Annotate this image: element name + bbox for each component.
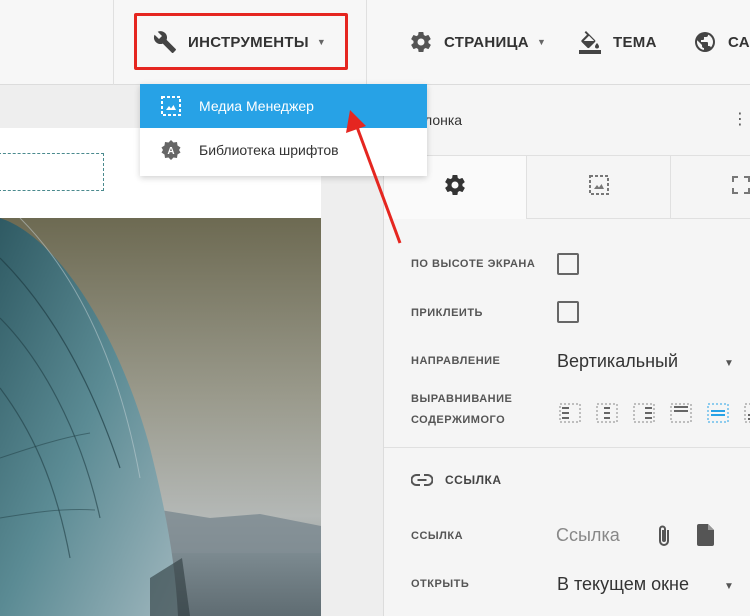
menu-item-label: Библиотека шрифтов	[199, 142, 339, 158]
chevron-down-icon: ▼	[724, 358, 734, 369]
open-target-value: В текущем окне	[557, 574, 689, 594]
font-badge-icon: A	[160, 139, 182, 161]
page-menu-button[interactable]: СТРАНИЦА ▼	[408, 25, 546, 59]
page-menu-label: СТРАНИЦА	[444, 33, 529, 51]
tab-spacing[interactable]	[671, 156, 750, 219]
content-align-label-2: СОДЕРЖИМОГО	[411, 414, 506, 426]
sticky-checkbox[interactable]	[557, 301, 579, 323]
full-height-checkbox[interactable]	[557, 253, 579, 275]
tab-background[interactable]	[527, 156, 670, 219]
chevron-down-icon: ▼	[536, 37, 547, 47]
selected-block-outline[interactable]	[0, 153, 104, 191]
panel-title: лонка	[424, 112, 463, 128]
link-label: ССЫЛКА	[411, 530, 464, 542]
top-toolbar: ИНСТРУМЕНТЫ ▼ СТРАНИЦА ▼ ТЕМА СА	[0, 0, 750, 85]
paperclip-icon[interactable]	[655, 524, 673, 548]
menu-item-media-manager[interactable]: Медиа Менеджер	[140, 84, 427, 128]
open-target-select[interactable]: В текущем окне	[557, 574, 689, 595]
align-top-icon[interactable]	[668, 401, 693, 425]
link-section-label: ССЫЛКА	[445, 473, 502, 487]
direction-label: НАПРАВЛЕНИЕ	[411, 355, 501, 367]
properties-panel: лонка ⋮ ПО ВЫСОТЕ ЭКРАНА ПРИКЛЕИТЬ НАПРА…	[383, 85, 750, 616]
align-top-left-icon[interactable]	[557, 401, 582, 425]
svg-text:A: A	[167, 146, 174, 157]
align-center-icon[interactable]	[594, 401, 619, 425]
gear-icon	[443, 173, 467, 202]
file-icon[interactable]	[697, 524, 715, 546]
panel-tabs	[384, 155, 750, 219]
direction-select[interactable]: Вертикальный	[557, 351, 678, 372]
image-frame-icon	[588, 174, 610, 201]
link-icon	[411, 474, 433, 486]
paint-bucket-icon	[577, 29, 603, 55]
theme-menu-button[interactable]: ТЕМА	[577, 25, 657, 59]
link-section-title: ССЫЛКА	[411, 473, 502, 487]
align-bottom-icon[interactable]	[742, 401, 750, 425]
toolbar-divider	[366, 0, 367, 85]
gear-icon	[408, 29, 434, 55]
content-align-label: ВЫРАВНИВАНИЕ	[411, 393, 513, 405]
tools-dropdown-menu: Медиа Менеджер A Библиотека шрифтов	[140, 84, 427, 176]
align-right-icon[interactable]	[631, 401, 656, 425]
chevron-down-icon: ▼	[724, 581, 734, 592]
sailboat-photo	[0, 218, 321, 616]
link-input[interactable]: Ссылка	[556, 525, 620, 546]
site-menu-button[interactable]: СА	[692, 25, 750, 59]
site-menu-label: СА	[728, 33, 750, 51]
open-label: ОТКРЫТЬ	[411, 578, 470, 590]
theme-menu-label: ТЕМА	[613, 33, 657, 51]
image-frame-icon	[160, 95, 182, 117]
section-divider	[384, 447, 750, 448]
content-align-group	[557, 401, 750, 425]
menu-item-font-library[interactable]: A Библиотека шрифтов	[140, 128, 427, 172]
menu-item-label: Медиа Менеджер	[199, 98, 314, 114]
more-options-icon[interactable]: ⋮	[732, 109, 748, 129]
expand-icon	[731, 175, 750, 200]
direction-value: Вертикальный	[557, 351, 679, 371]
sticky-label: ПРИКЛЕИТЬ	[411, 307, 483, 319]
toolbar-divider	[113, 0, 114, 85]
globe-icon	[692, 29, 718, 55]
panel-header: лонка ⋮	[384, 85, 750, 155]
full-height-label: ПО ВЫСОТЕ ЭКРАНА	[411, 258, 536, 270]
align-middle-icon[interactable]	[705, 401, 730, 425]
highlight-annotation	[134, 13, 348, 70]
